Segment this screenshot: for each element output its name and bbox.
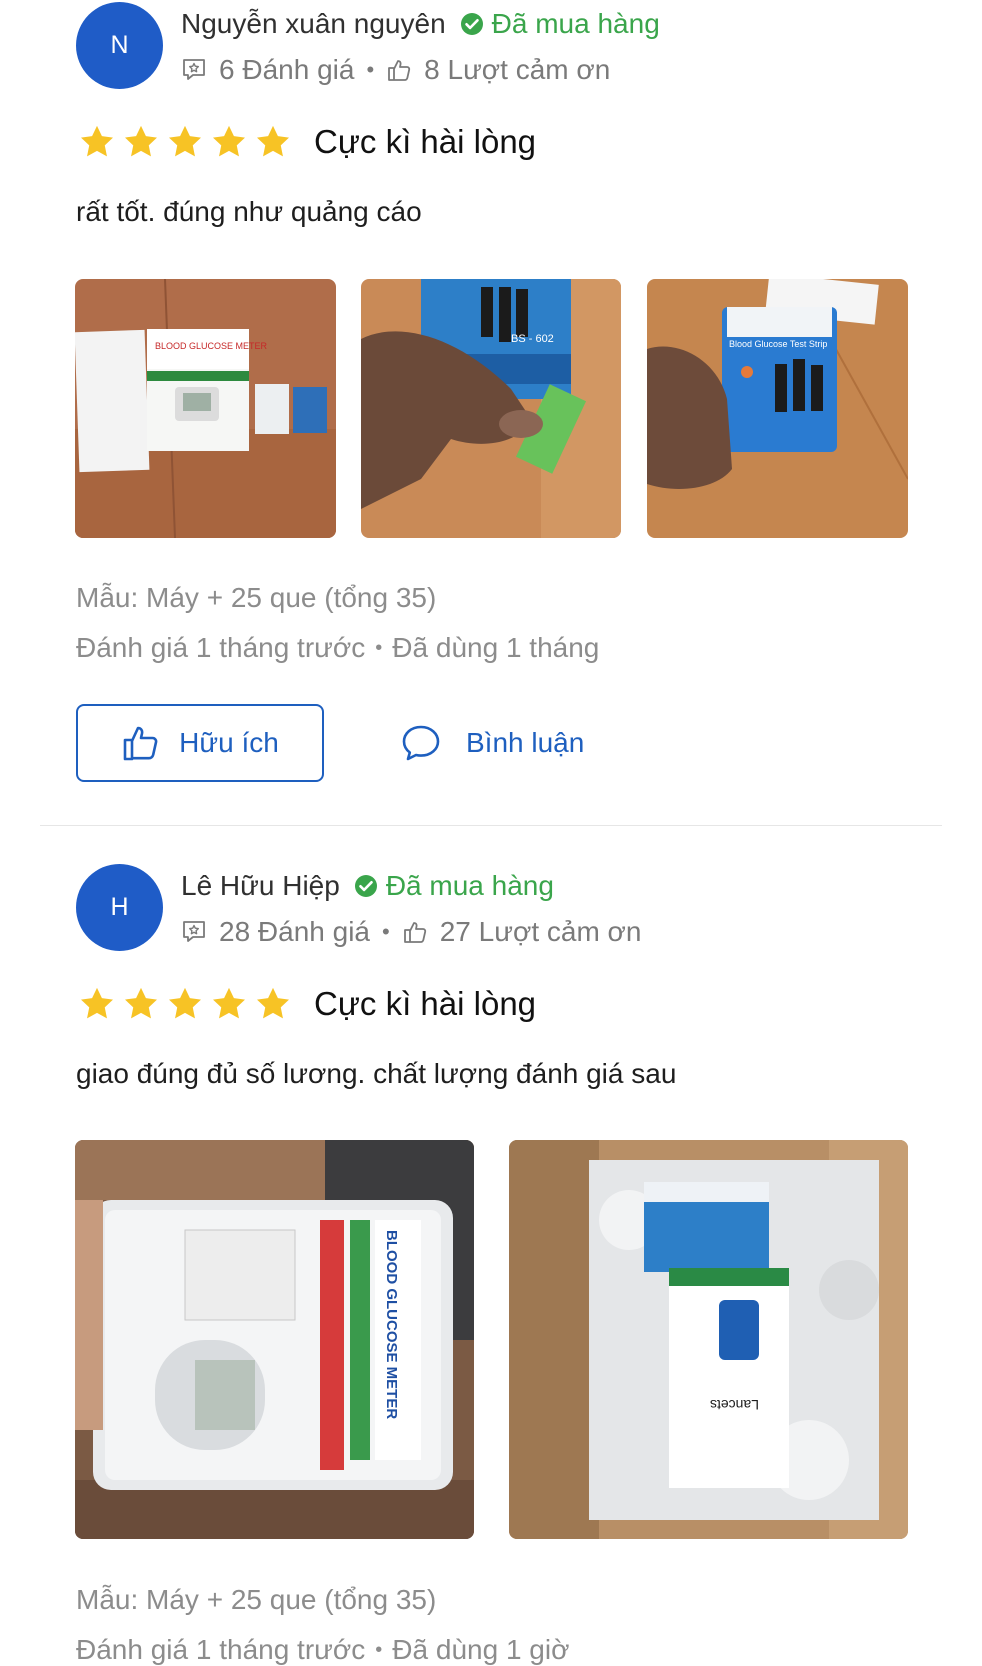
thumb-up-icon: [388, 60, 411, 81]
photo-text: BLOOD GLUCOSE METER: [383, 1230, 400, 1419]
review-timing: Đánh giá 1 tháng trước • Đã dùng 1 tháng: [76, 632, 599, 664]
used-for: Đã dùng 1 giờ: [392, 1634, 570, 1665]
verified-purchase-label: Đã mua hàng: [491, 8, 660, 39]
verified-purchase-label: Đã mua hàng: [385, 870, 554, 901]
star-icon: [213, 125, 245, 157]
star-icon: [213, 987, 245, 1019]
photo-text: Blood Glucose Test Strip: [729, 339, 827, 349]
star-icon: [125, 125, 157, 157]
rating-label: Cực kì hài lòng: [314, 123, 537, 160]
chat-star-icon: [183, 921, 205, 942]
chat-star-icon: [183, 59, 205, 80]
helpful-label: Hữu ích: [179, 727, 279, 758]
reviewer-header: Lê Hữu Hiệp Đã mua hàng: [181, 868, 554, 904]
review-comment: rất tốt. đúng như quảng cáo: [76, 196, 422, 227]
reviewer-stats: 28 Đánh giá • 27 Lượt cảm ơn: [181, 914, 642, 950]
rating-label: Cực kì hài lòng: [314, 985, 537, 1022]
photo-text: BLOOD GLUCOSE METER: [155, 341, 268, 351]
photo-text: Lancets: [710, 1397, 759, 1413]
used-for: Đã dùng 1 tháng: [392, 632, 600, 663]
check-circle-icon: [354, 875, 377, 897]
star-icon: [257, 987, 289, 1019]
reviewed-ago: Đánh giá 1 tháng trước: [76, 632, 366, 663]
star-rating: [78, 123, 292, 161]
product-variant: Mẫu: Máy + 25 que (tổng 35): [76, 1584, 437, 1615]
review-card: H Lê Hữu Hiệp Đã mua hàng 28 Đánh giá • …: [0, 860, 982, 1666]
thanks-count: 8 Lượt cảm ơn: [424, 54, 611, 85]
separator-dot: •: [375, 1638, 383, 1661]
photo-text: BS - 602: [511, 333, 554, 345]
thumb-up-icon: [123, 726, 158, 761]
star-icon: [169, 125, 201, 157]
thanks-count: 27 Lượt cảm ơn: [439, 916, 642, 947]
thumb-up-icon: [403, 922, 426, 943]
product-variant: Mẫu: Máy + 25 que (tổng 35): [76, 582, 437, 613]
rating-row: Cực kì hài lòng: [78, 982, 536, 1026]
review-count: 6 Đánh giá: [219, 54, 355, 85]
check-circle-icon: [460, 13, 483, 35]
star-icon: [169, 987, 201, 1019]
reviewer-name[interactable]: Lê Hữu Hiệp: [181, 870, 340, 902]
reviewer-header: Nguyễn xuân nguyên Đã mua hàng: [181, 6, 660, 42]
helpful-button[interactable]: Hữu ích: [76, 704, 324, 782]
avatar[interactable]: N: [76, 2, 163, 89]
separator-dot: •: [382, 919, 390, 944]
review-photo[interactable]: Blood Glucose Test Strip: [647, 279, 908, 538]
review-photo[interactable]: BLOOD GLUCOSE METER: [75, 279, 336, 538]
reviewed-ago: Đánh giá 1 tháng trước: [76, 1634, 366, 1665]
speech-bubble-icon: [402, 725, 440, 761]
review-count: 28 Đánh giá: [219, 916, 371, 947]
star-icon: [257, 125, 289, 157]
review-card: N Nguyễn xuân nguyên Đã mua hàng 6 Đánh …: [0, 0, 982, 782]
star-icon: [125, 987, 157, 1019]
star-icon: [81, 125, 113, 157]
review-comment: giao đúng đủ số lương. chất lượng đánh g…: [76, 1058, 677, 1089]
review-divider: [40, 825, 942, 826]
avatar-letter: N: [110, 31, 129, 59]
review-timing: Đánh giá 1 tháng trước • Đã dùng 1 giờ: [76, 1634, 569, 1666]
avatar[interactable]: H: [76, 864, 163, 951]
review-photo[interactable]: BS - 602: [361, 279, 621, 538]
reviewer-stats: 6 Đánh giá • 8 Lượt cảm ơn: [181, 52, 610, 88]
star-rating: [78, 985, 292, 1023]
reviewer-name[interactable]: Nguyễn xuân nguyên: [181, 8, 446, 40]
avatar-letter: H: [110, 893, 129, 921]
separator-dot: •: [366, 57, 375, 82]
review-photo[interactable]: Lancets: [509, 1140, 908, 1539]
separator-dot: •: [375, 636, 383, 659]
star-icon: [81, 987, 113, 1019]
comment-label: Bình luận: [466, 727, 585, 758]
comment-button[interactable]: Bình luận: [400, 704, 584, 782]
rating-row: Cực kì hài lòng: [78, 120, 536, 164]
review-photo[interactable]: BLOOD GLUCOSE METER: [75, 1140, 474, 1539]
